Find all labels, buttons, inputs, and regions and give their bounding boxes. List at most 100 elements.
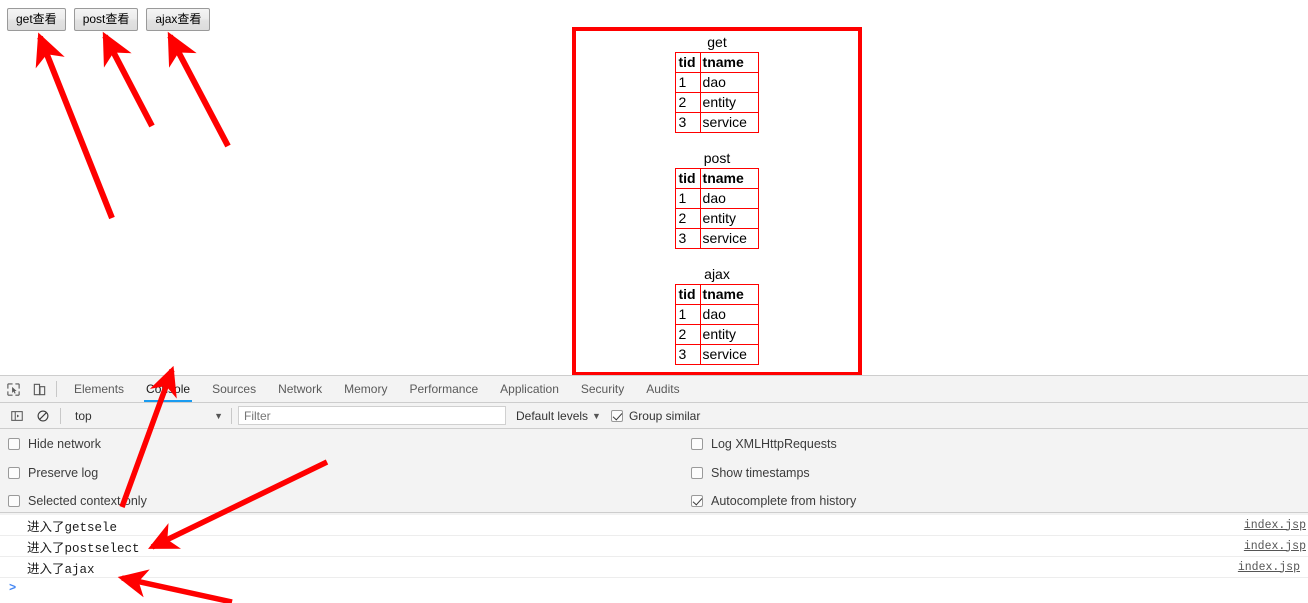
cell-tname: dao xyxy=(699,72,759,93)
setting-preserve-log[interactable]: Preserve log xyxy=(8,466,98,480)
setting-hide-network[interactable]: Hide network xyxy=(8,437,101,451)
tab-memory[interactable]: Memory xyxy=(333,376,398,402)
cell-tname: entity xyxy=(699,92,759,113)
log-message: 进入了ajax xyxy=(27,562,95,577)
group-similar-toggle[interactable]: Group similar xyxy=(610,408,701,423)
console-log-entry[interactable]: 进入了ajax index.jsp xyxy=(0,557,1308,578)
console-log-entry[interactable]: 进入了postselect index.jsp xyxy=(0,536,1308,557)
clear-console-icon[interactable] xyxy=(30,404,56,428)
console-filter-input[interactable] xyxy=(238,406,506,425)
table-row: 2 entity xyxy=(675,208,759,229)
autocomplete-from-history-checkbox[interactable] xyxy=(691,495,703,507)
selected-context-only-checkbox[interactable] xyxy=(8,495,20,507)
log-message: 进入了postselect xyxy=(27,541,140,556)
column-header-tname: tname xyxy=(699,168,759,189)
setting-show-timestamps[interactable]: Show timestamps xyxy=(691,466,810,480)
cell-tid: 3 xyxy=(675,344,701,365)
cell-tname: service xyxy=(699,228,759,249)
console-input-row[interactable]: > xyxy=(0,578,1308,598)
get-table-caption: get xyxy=(707,34,727,50)
toolbar-divider xyxy=(231,407,232,424)
tab-application[interactable]: Application xyxy=(489,376,570,402)
group-similar-label: Group similar xyxy=(628,408,701,423)
table-header-row: tid tname xyxy=(675,284,759,305)
console-prompt-caret: > xyxy=(9,581,17,595)
autocomplete-from-history-label: Autocomplete from history xyxy=(711,494,857,508)
column-header-tid: tid xyxy=(675,52,701,73)
ajax-result-table: tid tname 1 dao 2 entity 3 service xyxy=(675,284,759,365)
group-similar-checkbox[interactable] xyxy=(610,409,623,422)
hide-network-checkbox[interactable] xyxy=(8,438,20,450)
table-row: 1 dao xyxy=(675,188,759,209)
ajax-view-button[interactable]: ajax查看 xyxy=(146,8,211,31)
log-message: 进入了getsele xyxy=(27,520,118,535)
table-row: 2 entity xyxy=(675,324,759,345)
console-toolbar: top ▼ Default levels ▼ Group similar xyxy=(0,403,1308,429)
table-header-row: tid tname xyxy=(675,52,759,73)
toolbar-divider xyxy=(60,407,61,424)
web-page-viewport: get查看 post查看 ajax查看 get tid tname 1 dao xyxy=(0,0,1308,376)
cell-tname: dao xyxy=(699,304,759,325)
screenshot-root: get查看 post查看 ajax查看 get tid tname 1 dao xyxy=(0,0,1308,603)
chevron-down-icon: ▼ xyxy=(214,410,223,421)
tab-performance[interactable]: Performance xyxy=(398,376,489,402)
table-header-row: tid tname xyxy=(675,168,759,189)
console-settings-panel: Hide network Preserve log Selected conte… xyxy=(0,429,1308,513)
log-source-link[interactable]: index.jsp xyxy=(1244,540,1306,553)
tab-elements[interactable]: Elements xyxy=(63,376,135,402)
cell-tid: 1 xyxy=(675,188,701,209)
inspect-element-icon[interactable] xyxy=(0,377,26,401)
toolbar-divider xyxy=(56,381,57,397)
log-xmlhttprequests-label: Log XMLHttpRequests xyxy=(711,437,837,451)
cell-tid: 3 xyxy=(675,112,701,133)
post-view-button[interactable]: post查看 xyxy=(73,8,139,31)
table-row: 3 service xyxy=(675,344,759,365)
table-row: 1 dao xyxy=(675,304,759,325)
preserve-log-checkbox[interactable] xyxy=(8,467,20,479)
log-source-link[interactable]: index.jsp xyxy=(1238,561,1300,574)
execution-context-value: top xyxy=(75,408,92,423)
tab-security[interactable]: Security xyxy=(570,376,635,402)
preserve-log-label: Preserve log xyxy=(28,466,99,480)
log-xmlhttprequests-checkbox[interactable] xyxy=(691,438,703,450)
cell-tid: 3 xyxy=(675,228,701,249)
get-view-button[interactable]: get查看 xyxy=(7,8,66,31)
log-levels-label: Default levels xyxy=(516,408,589,423)
tab-console[interactable]: Console xyxy=(135,376,201,402)
cell-tname: service xyxy=(699,344,759,365)
log-source-link[interactable]: index.jsp xyxy=(1244,519,1306,532)
column-header-tid: tid xyxy=(675,284,701,305)
log-levels-dropdown[interactable]: Default levels ▼ xyxy=(516,409,601,423)
results-highlight-box: get tid tname 1 dao 2 entity 3 service p… xyxy=(572,27,862,376)
tab-sources[interactable]: Sources xyxy=(201,376,267,402)
show-timestamps-label: Show timestamps xyxy=(711,466,810,480)
table-row: 3 service xyxy=(675,228,759,249)
cell-tname: service xyxy=(699,112,759,133)
cell-tname: entity xyxy=(699,208,759,229)
post-result-group: post tid tname 1 dao 2 entity 3 service xyxy=(576,149,858,249)
table-row: 3 service xyxy=(675,112,759,133)
console-log-list[interactable]: 进入了getsele index.jsp 进入了postselect index… xyxy=(0,515,1308,603)
column-header-tname: tname xyxy=(699,284,759,305)
console-sidebar-icon[interactable] xyxy=(4,404,30,428)
table-row: 2 entity xyxy=(675,92,759,113)
execution-context-select[interactable]: top ▼ xyxy=(67,406,227,425)
action-button-row: get查看 post查看 ajax查看 xyxy=(7,8,211,31)
cell-tid: 1 xyxy=(675,72,701,93)
show-timestamps-checkbox[interactable] xyxy=(691,467,703,479)
ajax-result-group: ajax tid tname 1 dao 2 entity 3 service xyxy=(576,265,858,365)
device-toolbar-icon[interactable] xyxy=(26,377,52,401)
setting-log-xmlhttprequests[interactable]: Log XMLHttpRequests xyxy=(691,437,837,451)
cell-tid: 2 xyxy=(675,208,701,229)
column-header-tname: tname xyxy=(699,52,759,73)
devtools-panel: Elements Console Sources Network Memory … xyxy=(0,375,1308,603)
console-log-entry[interactable]: 进入了getsele index.jsp xyxy=(0,515,1308,536)
setting-autocomplete-from-history[interactable]: Autocomplete from history xyxy=(691,494,856,508)
tab-audits[interactable]: Audits xyxy=(635,376,690,402)
setting-selected-context-only[interactable]: Selected context only xyxy=(8,494,147,508)
tab-network[interactable]: Network xyxy=(267,376,333,402)
post-table-caption: post xyxy=(703,150,731,166)
hide-network-label: Hide network xyxy=(28,437,101,451)
